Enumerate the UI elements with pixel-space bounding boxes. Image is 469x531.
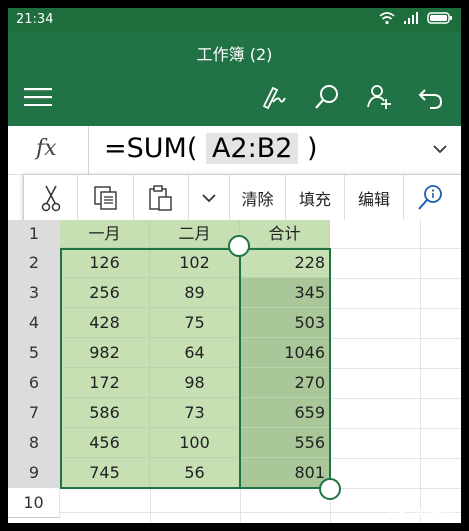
cell-c5[interactable]: 1046 bbox=[240, 338, 330, 368]
selection-handle-bottom[interactable] bbox=[319, 478, 341, 500]
gridline bbox=[330, 428, 461, 429]
spreadsheet-grid[interactable]: 一月 二月 合计 1 2 3 4 5 6 7 8 9 10 126 102 22… bbox=[8, 220, 461, 523]
watermark: Baidu经验 bbox=[388, 505, 456, 521]
cell-a8[interactable]: 456 bbox=[60, 428, 150, 458]
row-header[interactable]: 6 bbox=[8, 368, 60, 399]
search-icon[interactable] bbox=[312, 82, 342, 112]
formula-input[interactable]: =SUM( A2:B2 ) bbox=[104, 133, 318, 164]
undo-icon[interactable] bbox=[416, 82, 446, 112]
cell-c3[interactable]: 345 bbox=[240, 278, 330, 308]
row-header[interactable]: 8 bbox=[8, 428, 60, 459]
cell-a3[interactable]: 256 bbox=[60, 278, 150, 308]
header-cell-b[interactable]: 二月 bbox=[150, 220, 240, 248]
row-header[interactable]: 9 bbox=[8, 458, 60, 489]
paste-button[interactable] bbox=[134, 175, 189, 221]
copy-button[interactable] bbox=[78, 175, 134, 221]
gridline bbox=[330, 338, 461, 339]
cut-button[interactable] bbox=[24, 175, 78, 221]
gridline bbox=[330, 278, 461, 279]
gridline bbox=[330, 248, 461, 249]
gridline bbox=[330, 458, 461, 459]
cell-c9[interactable]: 801 bbox=[240, 458, 330, 488]
cell-a2[interactable]: 126 bbox=[60, 248, 150, 278]
workbook-title: 工作簿 (2) bbox=[196, 45, 273, 64]
gridline bbox=[330, 368, 461, 369]
header-total: 合计 bbox=[268, 224, 301, 243]
row-header[interactable]: 10 bbox=[8, 488, 60, 518]
cell-a4[interactable]: 428 bbox=[60, 308, 150, 338]
copy-icon bbox=[93, 186, 117, 210]
draw-pen-icon[interactable] bbox=[258, 82, 288, 112]
signal-icon bbox=[404, 12, 418, 24]
status-bar: 21:34 bbox=[8, 8, 461, 32]
cell-b8[interactable]: 100 bbox=[150, 428, 240, 458]
cell-b3[interactable]: 89 bbox=[150, 278, 240, 308]
row-header[interactable]: 7 bbox=[8, 398, 60, 429]
gridline bbox=[240, 488, 241, 523]
row-header[interactable]: 2 bbox=[8, 248, 60, 279]
gridline bbox=[420, 220, 421, 523]
chevron-down-icon[interactable] bbox=[433, 144, 447, 154]
formula-divider bbox=[88, 126, 89, 174]
cell-c2[interactable]: 228 bbox=[240, 248, 330, 278]
cell-c8[interactable]: 556 bbox=[240, 428, 330, 458]
more-options-button[interactable] bbox=[189, 175, 230, 221]
header-jan: 一月 bbox=[88, 224, 121, 243]
info-search-icon bbox=[418, 185, 442, 210]
status-icons bbox=[379, 11, 453, 25]
scissors-icon bbox=[41, 185, 60, 212]
formula-prefix: =SUM( bbox=[104, 133, 198, 164]
cell-b2[interactable]: 102 bbox=[150, 248, 240, 278]
share-person-icon[interactable] bbox=[364, 82, 394, 112]
cell-a6[interactable]: 172 bbox=[60, 368, 150, 398]
clear-button[interactable]: 清除 bbox=[230, 175, 286, 221]
cell-c7[interactable]: 659 bbox=[240, 398, 330, 428]
cell-b7[interactable]: 73 bbox=[150, 398, 240, 428]
row-header[interactable]: 3 bbox=[8, 278, 60, 309]
formula-range-ref: A2:B2 bbox=[205, 133, 299, 164]
cell-b9[interactable]: 56 bbox=[150, 458, 240, 488]
header-feb: 二月 bbox=[178, 224, 211, 243]
status-time: 21:34 bbox=[16, 12, 54, 27]
gridline bbox=[330, 308, 461, 309]
paste-icon bbox=[149, 185, 172, 211]
gridline bbox=[330, 398, 461, 399]
row-header[interactable]: 5 bbox=[8, 338, 60, 369]
row-header[interactable]: 4 bbox=[8, 308, 60, 339]
cell-a5[interactable]: 982 bbox=[60, 338, 150, 368]
formula-bar: fx =SUM( A2:B2 ) bbox=[8, 126, 461, 175]
cell-b4[interactable]: 75 bbox=[150, 308, 240, 338]
context-toolbar: 清除 填充 编辑 bbox=[23, 174, 461, 222]
title-bar: 工作簿 (2) bbox=[8, 32, 461, 126]
cell-b6[interactable]: 98 bbox=[150, 368, 240, 398]
cell-c4[interactable]: 503 bbox=[240, 308, 330, 338]
edit-button[interactable]: 编辑 bbox=[345, 175, 404, 221]
smart-lookup-button[interactable] bbox=[404, 175, 456, 221]
cell-a9[interactable]: 745 bbox=[60, 458, 150, 488]
cell-b5[interactable]: 64 bbox=[150, 338, 240, 368]
formula-suffix: ) bbox=[307, 133, 318, 164]
gridline bbox=[150, 488, 151, 523]
menu-icon[interactable] bbox=[24, 88, 52, 106]
header-cell-a[interactable]: 一月 bbox=[60, 220, 150, 248]
fill-button[interactable]: 填充 bbox=[286, 175, 345, 221]
header-cell-c[interactable]: 合计 bbox=[240, 220, 330, 248]
fx-icon[interactable]: fx bbox=[36, 136, 57, 161]
cell-c6[interactable]: 270 bbox=[240, 368, 330, 398]
battery-icon bbox=[427, 12, 452, 24]
cell-a7[interactable]: 586 bbox=[60, 398, 150, 428]
gridline bbox=[60, 488, 461, 489]
wifi-icon bbox=[379, 12, 395, 25]
app-frame: 21:34 工作簿 (2) fx =SUM( A2:B2 ) 清除 填充 编辑 … bbox=[8, 8, 461, 523]
chevron-down-icon bbox=[202, 194, 216, 203]
row-header[interactable]: 1 bbox=[8, 220, 60, 249]
selection-handle-top[interactable] bbox=[228, 235, 250, 257]
